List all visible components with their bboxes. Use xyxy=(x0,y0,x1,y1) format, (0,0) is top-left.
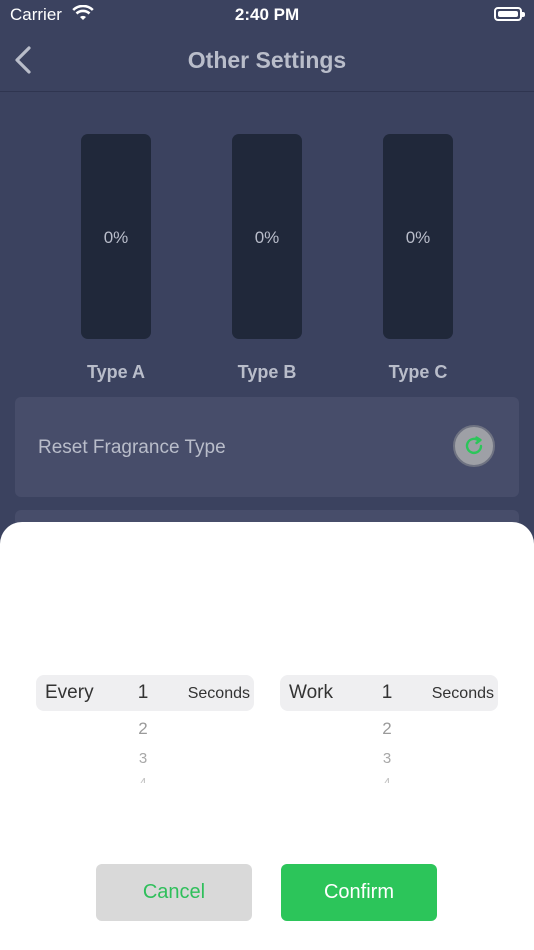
fragrance-a-percent: 0% xyxy=(103,228,129,247)
refresh-icon xyxy=(465,436,483,455)
status-bar: Carrier 2:40 PM xyxy=(0,0,534,30)
every-picker-label: Every xyxy=(45,682,94,703)
work-picker-unit: Seconds xyxy=(431,685,494,702)
work-picker-option[interactable]: 1 xyxy=(374,682,400,704)
fragrance-b-level-bar: 0% xyxy=(232,134,302,339)
fragrance-c-label: Type C xyxy=(388,362,448,382)
every-picker-option[interactable]: 3 xyxy=(130,750,156,767)
fragrance-a-label: Type A xyxy=(86,362,145,382)
reset-fragrance-label: Reset Fragrance Type xyxy=(38,437,226,458)
screen: Carrier 2:40 PM Other Settings 0% 0% 0% … xyxy=(0,0,534,950)
fragrance-c-level-bar: 0% xyxy=(383,134,453,339)
confirm-button[interactable]: Confirm xyxy=(281,864,437,921)
fragrance-b-label: Type B xyxy=(237,362,297,382)
reset-fragrance-row: Reset Fragrance Type xyxy=(15,397,519,497)
every-picker-option[interactable]: 4 xyxy=(130,775,156,783)
interval-picker-sheet: Every 1 2 3 4 Seconds Work 1 2 3 4 Secon… xyxy=(0,522,534,950)
work-picker-label: Work xyxy=(289,682,333,703)
reset-fragrance-button[interactable] xyxy=(453,425,495,467)
fragrance-b-percent: 0% xyxy=(254,228,280,247)
every-picker-option[interactable]: 2 xyxy=(130,719,156,739)
page-title: Other Settings xyxy=(187,47,347,73)
work-picker-option[interactable]: 2 xyxy=(374,719,400,739)
cancel-button[interactable]: Cancel xyxy=(96,864,252,921)
every-picker-unit: Seconds xyxy=(187,685,250,702)
battery-icon xyxy=(494,7,525,21)
every-picker-option[interactable]: 1 xyxy=(130,682,156,704)
fragrance-c-percent: 0% xyxy=(405,228,431,247)
navigation-bar: Other Settings xyxy=(0,30,534,92)
status-time: 2:40 PM xyxy=(234,5,300,24)
fragrance-a-level-bar: 0% xyxy=(81,134,151,339)
work-picker-option[interactable]: 4 xyxy=(374,775,400,783)
work-picker-option[interactable]: 3 xyxy=(374,750,400,767)
